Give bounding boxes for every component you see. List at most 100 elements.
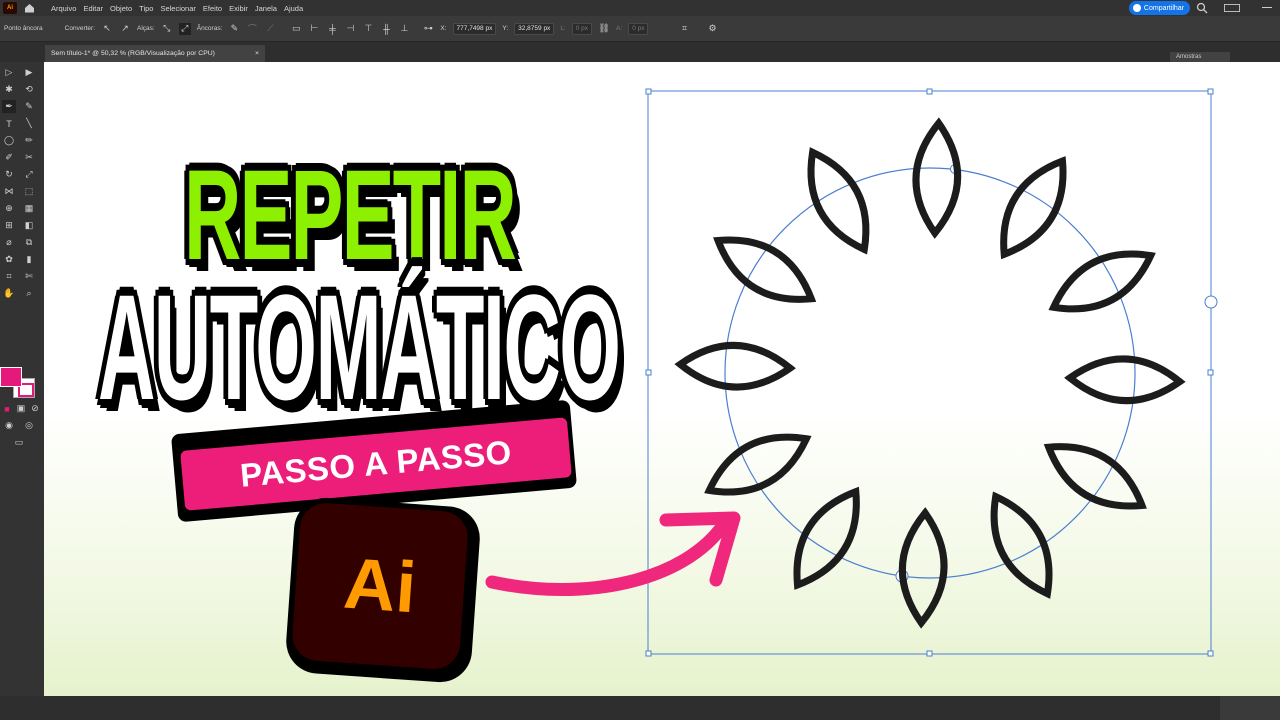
selection-tool-icon[interactable]: ▷ xyxy=(2,66,16,79)
menu-ajuda[interactable]: Ajuda xyxy=(284,4,303,13)
petal-shape[interactable] xyxy=(674,341,796,391)
petal-shape[interactable] xyxy=(704,433,812,496)
petal-shape[interactable] xyxy=(898,507,948,629)
handles-label: Alças: xyxy=(137,25,155,32)
draw-normal-icon[interactable]: ◉ xyxy=(2,419,16,432)
artboard-tool-icon[interactable]: ⌗ xyxy=(2,270,16,283)
shaper-tool-icon[interactable]: ✐ xyxy=(2,151,16,164)
menu-selecionar[interactable]: Selecionar xyxy=(160,4,195,13)
none-mode-icon[interactable]: ⊘ xyxy=(28,402,42,415)
blend-tool-icon[interactable]: ⧉ xyxy=(22,236,36,249)
color-mode-icon[interactable]: ■ xyxy=(0,402,14,415)
selection-bounding-box xyxy=(647,90,1212,655)
column-graph-icon[interactable]: ▮ xyxy=(22,253,36,266)
convert-smooth-icon[interactable]: ↗ xyxy=(119,23,131,35)
petal-shape[interactable] xyxy=(1048,250,1156,313)
fill-color-swatch[interactable] xyxy=(0,367,22,387)
petal-shape[interactable] xyxy=(990,491,1053,599)
menu-arquivo[interactable]: Arquivo xyxy=(51,4,76,13)
illustrator-logo: Ai xyxy=(290,501,470,671)
search-icon[interactable] xyxy=(1196,2,1208,14)
perspective-grid-icon[interactable]: ▦ xyxy=(22,202,36,215)
more-options-icon[interactable]: ⚙ xyxy=(706,23,718,35)
petal-shape[interactable] xyxy=(713,236,817,303)
connect-anchor-icon[interactable]: ⌒ xyxy=(246,23,258,35)
convert-corner-icon[interactable]: ↖ xyxy=(101,23,113,35)
line-tool-icon[interactable]: ╲ xyxy=(22,117,36,130)
scissors-icon[interactable]: ✂ xyxy=(22,151,36,164)
share-button[interactable]: Compartilhar xyxy=(1128,1,1190,15)
symbol-sprayer-icon[interactable]: ✿ xyxy=(2,253,16,266)
slice-tool-icon[interactable]: ✄ xyxy=(22,270,36,283)
cut-path-icon[interactable]: ⟋ xyxy=(264,23,276,35)
curvature-tool-icon[interactable]: ✎ xyxy=(22,100,36,113)
align-top-icon[interactable]: ⊤ xyxy=(362,23,374,35)
rotate-tool-icon[interactable]: ↻ xyxy=(2,168,16,181)
zoom-tool-icon[interactable]: ⌕ xyxy=(22,287,36,300)
align-left-icon[interactable]: ⊢ xyxy=(308,23,320,35)
hide-handles-icon[interactable]: ⤢ xyxy=(178,22,191,35)
y-label: Y: xyxy=(502,25,509,32)
paintbrush-icon[interactable]: ✏ xyxy=(22,134,36,147)
ellipse-tool-icon[interactable]: ◯ xyxy=(2,134,16,147)
document-tab[interactable]: Sem título-1* @ 50,32 % (RGB/Visualizaçã… xyxy=(45,45,265,62)
pen-tool-icon[interactable]: ✒ xyxy=(2,100,16,113)
close-tab-icon[interactable]: × xyxy=(255,50,259,57)
direct-selection-tool-icon[interactable]: ▶ xyxy=(22,66,36,79)
home-icon[interactable] xyxy=(21,0,37,16)
petal-shape[interactable] xyxy=(1064,355,1186,405)
user-icon xyxy=(1132,4,1141,12)
remove-anchor-icon[interactable]: ✎ xyxy=(228,23,240,35)
petal-shape[interactable] xyxy=(1000,156,1067,260)
reference-point-icon[interactable]: ⊶ xyxy=(422,23,434,35)
hand-tool-icon[interactable]: ✋ xyxy=(2,287,16,300)
anchors-label: Âncoras: xyxy=(196,25,223,32)
align-bottom-icon[interactable]: ⊥ xyxy=(398,23,410,35)
menu-exibir[interactable]: Exibir xyxy=(229,4,248,13)
status-bar xyxy=(0,696,1280,720)
x-field[interactable]: 777,7498 px xyxy=(452,22,497,35)
workspace-switcher-icon[interactable] xyxy=(1224,4,1240,12)
height-label: A: xyxy=(616,25,623,32)
radial-petals xyxy=(674,117,1186,629)
control-bar: Ponto âncora Converter: ↖ ↗ Alças: ⤡ ⤢ Â… xyxy=(0,16,1280,42)
scale-tool-icon[interactable]: ⤢ xyxy=(22,168,36,181)
menu-editar[interactable]: Editar xyxy=(83,4,103,13)
menu-efeito[interactable]: Efeito xyxy=(203,4,222,13)
minimize-icon[interactable] xyxy=(1262,7,1272,8)
petal-shape[interactable] xyxy=(793,486,860,590)
type-tool-icon[interactable]: T xyxy=(2,117,16,130)
lasso-tool-icon[interactable]: ⟲ xyxy=(22,83,36,96)
menu-tipo[interactable]: Tipo xyxy=(139,4,153,13)
align-right-icon[interactable]: ⊣ xyxy=(344,23,356,35)
width-tool-icon[interactable]: ⋈ xyxy=(2,185,16,198)
convert-label: Converter: xyxy=(64,25,96,32)
share-label: Compartilhar xyxy=(1143,4,1184,12)
width-field[interactable]: 0 px xyxy=(571,22,593,35)
isolate-icon[interactable]: ▭ xyxy=(290,23,302,35)
petal-shape[interactable] xyxy=(1043,443,1147,510)
height-field[interactable]: 0 px xyxy=(628,22,649,35)
transform-icon[interactable]: ⌗ xyxy=(678,23,690,35)
align-center-icon[interactable]: ╪ xyxy=(326,23,338,35)
y-field[interactable]: 32,8759 px xyxy=(514,22,555,35)
shape-builder-icon[interactable]: ⊕ xyxy=(2,202,16,215)
show-handles-icon[interactable]: ⤡ xyxy=(161,23,173,35)
gradient-tool-icon[interactable]: ◧ xyxy=(22,219,36,232)
align-middle-icon[interactable]: ╫ xyxy=(380,23,392,35)
draw-behind-icon[interactable]: ◎ xyxy=(22,419,36,432)
eyedropper-icon[interactable]: ⌀ xyxy=(2,236,16,249)
magic-wand-icon[interactable]: ✱ xyxy=(2,83,16,96)
petal-shape[interactable] xyxy=(912,117,962,239)
screen-mode-icon[interactable]: ▭ xyxy=(12,436,26,449)
artboard-canvas[interactable]: REPETIR AUTOMÁTICO PASSO A PASSO Ai xyxy=(44,62,1280,696)
link-icon[interactable]: ⛓ xyxy=(598,23,610,35)
bbox-handle xyxy=(1207,88,1214,95)
mesh-tool-icon[interactable]: ⊞ xyxy=(2,219,16,232)
gradient-mode-icon[interactable]: ▣ xyxy=(14,402,28,415)
petal-shape[interactable] xyxy=(807,147,870,255)
menu-objeto[interactable]: Objeto xyxy=(110,4,132,13)
menu-janela[interactable]: Janela xyxy=(255,4,277,13)
bbox-handle xyxy=(645,88,652,95)
free-transform-icon[interactable]: ⬚ xyxy=(22,185,36,198)
